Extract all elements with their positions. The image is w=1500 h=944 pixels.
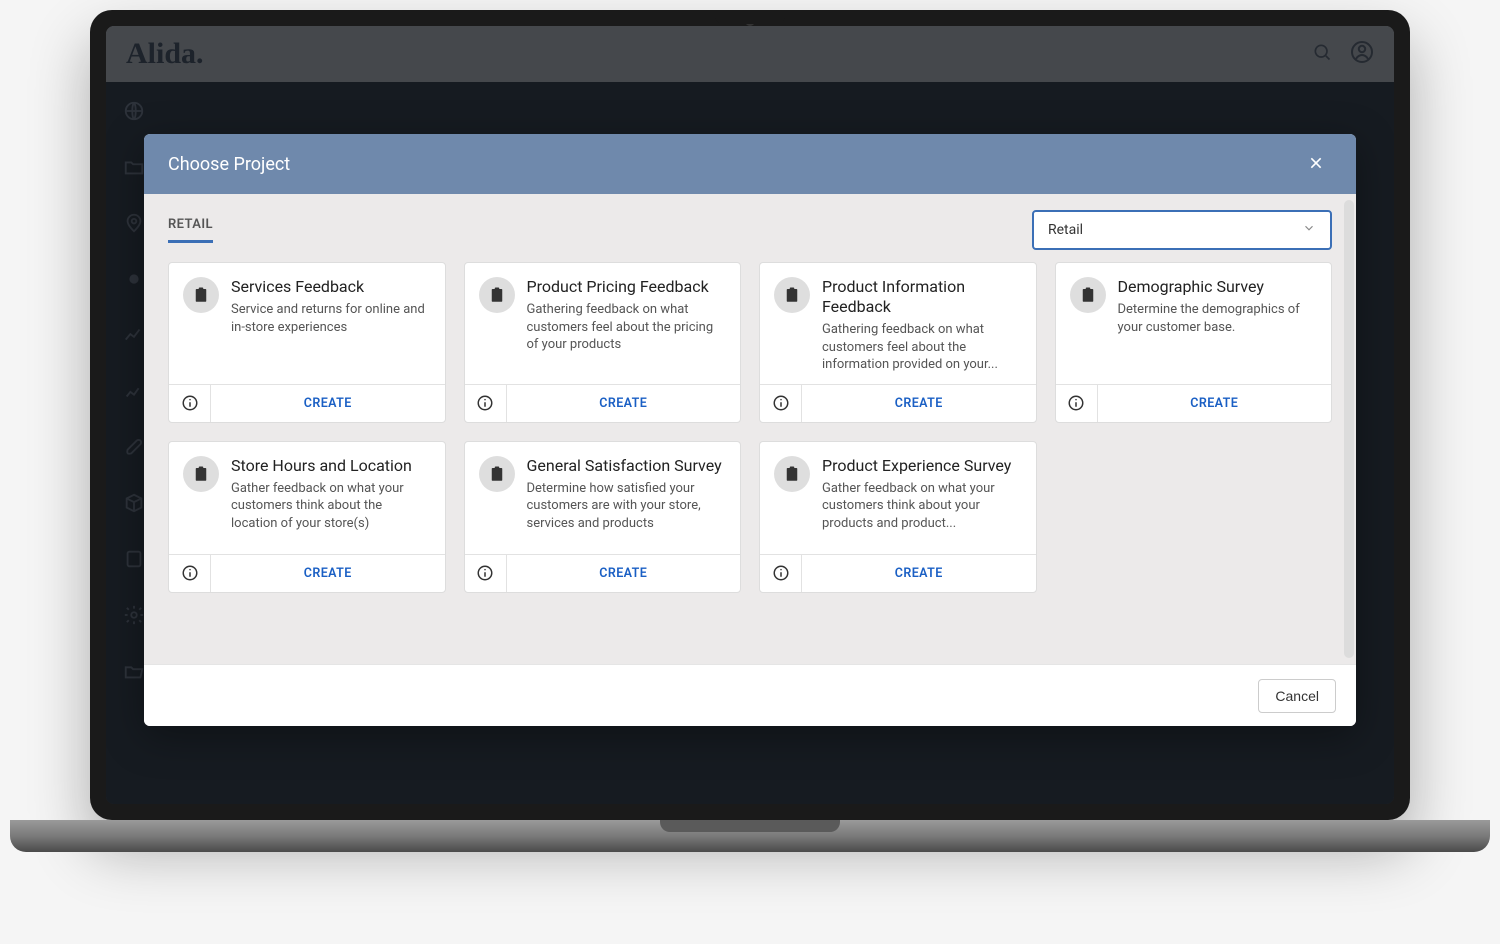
modal-body: RETAIL Retail Services Feedback Service … bbox=[144, 194, 1356, 664]
modal-footer: Cancel bbox=[144, 664, 1356, 726]
project-card: Store Hours and Location Gather feedback… bbox=[168, 441, 446, 593]
clipboard-icon bbox=[479, 456, 515, 492]
card-title: Store Hours and Location bbox=[231, 456, 431, 476]
project-card: Product Experience Survey Gather feedbac… bbox=[759, 441, 1037, 593]
card-title: Demographic Survey bbox=[1118, 277, 1318, 297]
laptop-notch bbox=[715, 12, 785, 24]
create-button[interactable]: CREATE bbox=[211, 555, 445, 592]
close-icon[interactable] bbox=[1300, 146, 1332, 182]
info-icon[interactable] bbox=[760, 555, 802, 592]
create-button[interactable]: CREATE bbox=[211, 385, 445, 422]
create-button[interactable]: CREATE bbox=[507, 555, 741, 592]
info-icon[interactable] bbox=[169, 555, 211, 592]
card-title: Product Information Feedback bbox=[822, 277, 1022, 317]
card-description: Determine how satisfied your customers a… bbox=[527, 480, 727, 533]
clipboard-icon bbox=[183, 277, 219, 313]
project-card: Product Information Feedback Gathering f… bbox=[759, 262, 1037, 423]
dropdown-value: Retail bbox=[1048, 222, 1083, 238]
clipboard-icon bbox=[774, 277, 810, 313]
card-description: Service and returns for online and in-st… bbox=[231, 301, 431, 336]
project-card: General Satisfaction Survey Determine ho… bbox=[464, 441, 742, 593]
clipboard-icon bbox=[1070, 277, 1106, 313]
card-title: Services Feedback bbox=[231, 277, 431, 297]
card-description: Gathering feedback on what customers fee… bbox=[527, 301, 727, 354]
card-description: Gathering feedback on what customers fee… bbox=[822, 321, 1022, 374]
create-button[interactable]: CREATE bbox=[802, 555, 1036, 592]
clipboard-icon bbox=[479, 277, 515, 313]
choose-project-modal: Choose Project RETAIL Retail bbox=[144, 134, 1356, 726]
card-title: Product Pricing Feedback bbox=[527, 277, 727, 297]
info-icon[interactable] bbox=[760, 385, 802, 422]
clipboard-icon bbox=[774, 456, 810, 492]
card-description: Gather feedback on what your customers t… bbox=[231, 480, 431, 533]
project-card: Product Pricing Feedback Gathering feedb… bbox=[464, 262, 742, 423]
cancel-button[interactable]: Cancel bbox=[1258, 679, 1336, 713]
clipboard-icon bbox=[183, 456, 219, 492]
project-card: Demographic Survey Determine the demogra… bbox=[1055, 262, 1333, 423]
laptop-base bbox=[10, 820, 1490, 852]
chevron-down-icon bbox=[1302, 221, 1316, 239]
app-screen: Alida. bbox=[106, 26, 1394, 804]
info-icon[interactable] bbox=[465, 385, 507, 422]
modal-title: Choose Project bbox=[168, 154, 290, 175]
card-description: Gather feedback on what your customers t… bbox=[822, 480, 1022, 533]
info-icon[interactable] bbox=[465, 555, 507, 592]
info-icon[interactable] bbox=[1056, 385, 1098, 422]
create-button[interactable]: CREATE bbox=[507, 385, 741, 422]
card-title: Product Experience Survey bbox=[822, 456, 1022, 476]
section-tab-retail[interactable]: RETAIL bbox=[168, 217, 213, 243]
project-card: Services Feedback Service and returns fo… bbox=[168, 262, 446, 423]
category-dropdown[interactable]: Retail bbox=[1032, 210, 1332, 250]
card-description: Determine the demographics of your custo… bbox=[1118, 301, 1318, 336]
modal-header: Choose Project bbox=[144, 134, 1356, 194]
laptop-frame: Alida. bbox=[90, 10, 1410, 820]
create-button[interactable]: CREATE bbox=[802, 385, 1036, 422]
create-button[interactable]: CREATE bbox=[1098, 385, 1332, 422]
card-title: General Satisfaction Survey bbox=[527, 456, 727, 476]
project-card-grid: Services Feedback Service and returns fo… bbox=[168, 262, 1332, 593]
info-icon[interactable] bbox=[169, 385, 211, 422]
modal-body-top: RETAIL Retail bbox=[168, 210, 1332, 250]
